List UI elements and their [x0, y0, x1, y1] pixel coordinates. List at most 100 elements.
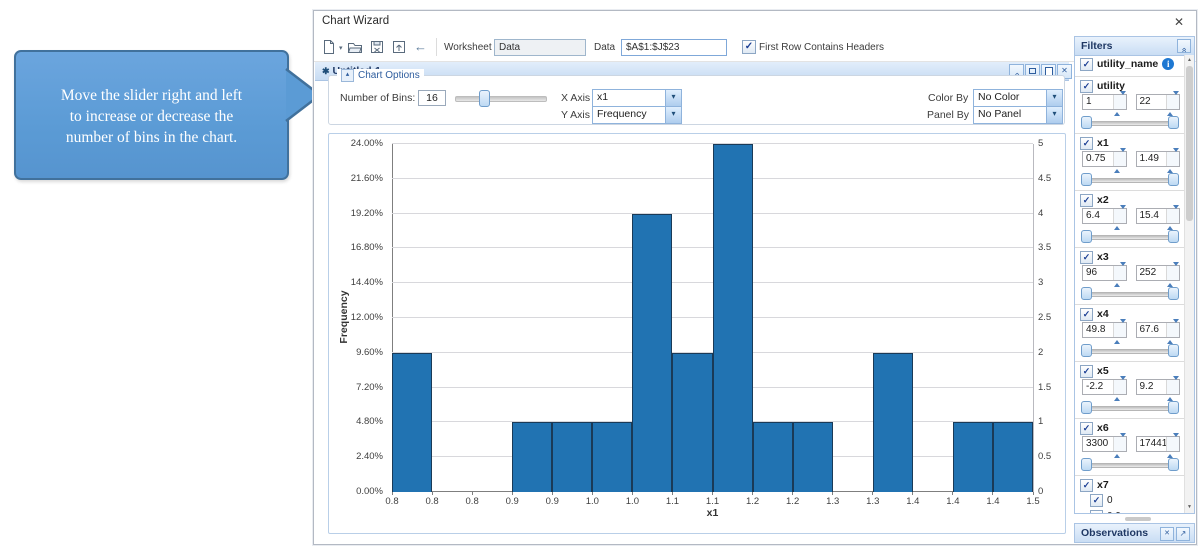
- category-label: 0.9: [1107, 511, 1121, 514]
- range-slider-right-handle[interactable]: [1168, 173, 1179, 186]
- range-slider[interactable]: [1081, 344, 1179, 357]
- max-value-spinner[interactable]: 9.2: [1136, 379, 1181, 395]
- color-by-dropdown[interactable]: No Color ▾: [973, 89, 1063, 107]
- spinner-arrows-icon[interactable]: [1166, 323, 1179, 337]
- filter-checkbox[interactable]: ✓: [1080, 194, 1093, 207]
- save-as-icon[interactable]: [391, 39, 407, 55]
- data-range-field[interactable]: $A$1:$J$23: [621, 39, 727, 56]
- range-slider[interactable]: [1081, 401, 1179, 414]
- scroll-up-icon[interactable]: ▲: [1185, 56, 1194, 65]
- window-close-icon[interactable]: ✕: [1171, 14, 1187, 30]
- range-slider-track[interactable]: [1083, 292, 1177, 297]
- spinner-arrows-icon[interactable]: [1166, 209, 1179, 223]
- max-value-spinner[interactable]: 1.49: [1136, 151, 1181, 167]
- chevron-down-icon[interactable]: ▾: [665, 107, 681, 123]
- range-slider-right-handle[interactable]: [1168, 287, 1179, 300]
- min-value-spinner[interactable]: 6.4: [1082, 208, 1127, 224]
- scrollbar-thumb[interactable]: [1186, 66, 1193, 221]
- utility-name-checkbox[interactable]: ✓: [1080, 58, 1093, 71]
- min-value-spinner[interactable]: 96: [1082, 265, 1127, 281]
- scroll-down-icon[interactable]: ▼: [1185, 503, 1194, 512]
- range-slider-track[interactable]: [1083, 121, 1177, 126]
- new-chart-dropdown-icon[interactable]: ▾: [339, 44, 343, 52]
- range-slider-right-handle[interactable]: [1168, 344, 1179, 357]
- range-slider-track[interactable]: [1083, 235, 1177, 240]
- spinner-arrows-icon[interactable]: [1113, 95, 1126, 109]
- filter-checkbox[interactable]: ✓: [1080, 308, 1093, 321]
- filter-checkbox[interactable]: ✓: [1080, 80, 1093, 93]
- observations-close-icon[interactable]: ✕: [1160, 527, 1174, 541]
- bins-slider-track[interactable]: [455, 96, 547, 102]
- range-slider[interactable]: [1081, 116, 1179, 129]
- range-slider-right-handle[interactable]: [1168, 116, 1179, 129]
- chart-options-collapse-icon[interactable]: ▴: [341, 69, 354, 82]
- spinner-arrows-icon[interactable]: [1166, 95, 1179, 109]
- max-value-spinner[interactable]: 22: [1136, 94, 1181, 110]
- range-slider-left-handle[interactable]: [1081, 458, 1092, 471]
- x-axis-tick-label: 0.9: [546, 496, 559, 507]
- worksheet-field[interactable]: Data: [494, 39, 586, 56]
- range-slider-left-handle[interactable]: [1081, 401, 1092, 414]
- spinner-arrows-icon[interactable]: [1113, 209, 1126, 223]
- back-arrow-icon[interactable]: ←: [414, 39, 427, 54]
- x7-checkbox[interactable]: ✓: [1080, 479, 1093, 492]
- min-value-spinner[interactable]: 1: [1082, 94, 1127, 110]
- min-value-spinner[interactable]: -2.2: [1082, 379, 1127, 395]
- spinner-arrows-icon[interactable]: [1166, 266, 1179, 280]
- y-axis-dropdown[interactable]: Frequency ▾: [592, 106, 682, 124]
- range-slider[interactable]: [1081, 230, 1179, 243]
- spinner-arrows-icon[interactable]: [1113, 152, 1126, 166]
- spinner-arrows-icon[interactable]: [1113, 437, 1126, 451]
- max-value-spinner[interactable]: 17441: [1136, 436, 1181, 452]
- min-value-spinner[interactable]: 3300: [1082, 436, 1127, 452]
- chevron-down-icon[interactable]: ▾: [1046, 107, 1062, 123]
- min-value-spinner[interactable]: 49.8: [1082, 322, 1127, 338]
- chevron-down-icon[interactable]: ▾: [665, 90, 681, 106]
- min-value-spinner[interactable]: 0.75: [1082, 151, 1127, 167]
- range-slider[interactable]: [1081, 458, 1179, 471]
- spinner-arrows-icon[interactable]: [1166, 152, 1179, 166]
- max-value-spinner[interactable]: 15.4: [1136, 208, 1181, 224]
- filters-collapse-icon[interactable]: »: [1177, 39, 1191, 53]
- range-slider-right-handle[interactable]: [1168, 458, 1179, 471]
- max-value-spinner[interactable]: 252: [1136, 265, 1181, 281]
- range-slider-track[interactable]: [1083, 406, 1177, 411]
- panel-by-dropdown[interactable]: No Panel ▾: [973, 106, 1063, 124]
- range-slider-left-handle[interactable]: [1081, 344, 1092, 357]
- range-slider-track[interactable]: [1083, 178, 1177, 183]
- bins-slider-thumb[interactable]: [479, 90, 490, 107]
- save-icon[interactable]: [369, 39, 385, 55]
- spinner-arrows-icon[interactable]: [1166, 437, 1179, 451]
- range-slider-left-handle[interactable]: [1081, 173, 1092, 186]
- max-value-spinner[interactable]: 67.6: [1136, 322, 1181, 338]
- range-slider[interactable]: [1081, 287, 1179, 300]
- panel-splitter-handle[interactable]: [1125, 517, 1151, 521]
- range-slider-left-handle[interactable]: [1081, 116, 1092, 129]
- filters-scrollbar[interactable]: ▲ ▼: [1184, 55, 1194, 513]
- spinner-arrows-icon[interactable]: [1113, 266, 1126, 280]
- open-icon[interactable]: [347, 39, 363, 55]
- spinner-arrows-icon[interactable]: [1166, 380, 1179, 394]
- category-checkbox[interactable]: ✓: [1090, 510, 1103, 514]
- range-slider-right-handle[interactable]: [1168, 401, 1179, 414]
- new-chart-icon[interactable]: [321, 39, 337, 55]
- first-row-checkbox[interactable]: ✓: [742, 40, 756, 54]
- range-slider-right-handle[interactable]: [1168, 230, 1179, 243]
- range-slider-track[interactable]: [1083, 463, 1177, 468]
- observations-popout-icon[interactable]: ↗: [1176, 527, 1190, 541]
- filter-checkbox[interactable]: ✓: [1080, 365, 1093, 378]
- chevron-down-icon[interactable]: ▾: [1046, 90, 1062, 106]
- range-slider-track[interactable]: [1083, 349, 1177, 354]
- filter-checkbox[interactable]: ✓: [1080, 137, 1093, 150]
- range-slider-left-handle[interactable]: [1081, 230, 1092, 243]
- spinner-arrows-icon[interactable]: [1113, 380, 1126, 394]
- filter-checkbox[interactable]: ✓: [1080, 251, 1093, 264]
- x-axis-dropdown[interactable]: x1 ▾: [592, 89, 682, 107]
- bins-input[interactable]: 16: [418, 90, 446, 106]
- range-slider[interactable]: [1081, 173, 1179, 186]
- category-checkbox[interactable]: ✓: [1090, 494, 1103, 507]
- spinner-arrows-icon[interactable]: [1113, 323, 1126, 337]
- info-icon[interactable]: i: [1162, 58, 1174, 70]
- range-slider-left-handle[interactable]: [1081, 287, 1092, 300]
- filter-checkbox[interactable]: ✓: [1080, 422, 1093, 435]
